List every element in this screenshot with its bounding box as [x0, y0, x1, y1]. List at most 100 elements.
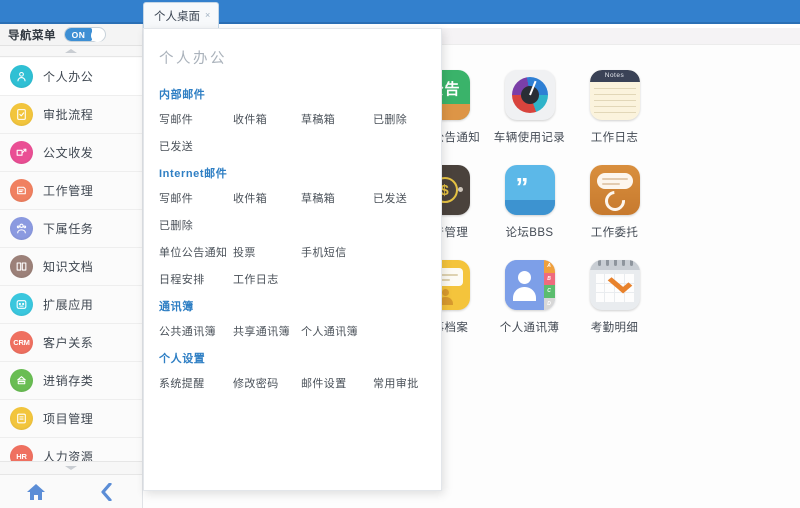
sidebar-item-4[interactable]: 工作管理 — [0, 172, 142, 210]
sidebar-item-5[interactable]: 下属任务 — [0, 210, 142, 248]
home-icon — [26, 483, 45, 500]
sidebar-item-9[interactable]: 进销存类 — [0, 362, 142, 400]
menu-link[interactable]: 投票 — [233, 244, 301, 260]
menu-link[interactable]: 写邮件 — [159, 111, 233, 127]
menu-group-heading: 内部邮件 — [159, 89, 206, 101]
sidebar-item-label: 个人办公 — [43, 70, 94, 84]
sidebar-item-1[interactable]: 个人办公 — [0, 58, 142, 96]
sidebar-item-10[interactable]: 项目管理 — [0, 400, 142, 438]
menu-link[interactable]: 共享通讯簿 — [233, 323, 301, 339]
attendance-calendar-icon — [589, 260, 640, 310]
tab-personal-desktop[interactable]: 个人桌面 × — [143, 2, 220, 28]
app-cell[interactable]: 工作委托 — [572, 165, 657, 260]
menu-link[interactable]: 工作日志 — [233, 271, 301, 287]
subordinate-task-icon — [10, 217, 33, 240]
sidebar-item-label: 工作管理 — [43, 184, 94, 198]
menu-link[interactable]: 收件箱 — [233, 190, 301, 206]
menu-link[interactable]: 公共通讯簿 — [159, 323, 233, 339]
menu-row: 已删除 — [159, 217, 441, 233]
entrust-icon — [589, 165, 640, 215]
menu-link[interactable]: 单位公告通知 — [159, 244, 233, 260]
app-label: 工作委托 — [590, 227, 639, 239]
menu-link[interactable]: 草稿箱 — [301, 111, 373, 127]
app-label: 论坛BBS — [505, 227, 554, 239]
tab-label: 个人桌面 — [154, 10, 200, 23]
sidebar-item-label: 客户关系 — [43, 336, 94, 350]
scroll-down-button[interactable] — [0, 461, 142, 475]
menu-link[interactable]: 手机短信 — [301, 244, 373, 260]
notes-icon: Notes — [589, 70, 640, 120]
sidebar: 导航菜单 ON 个人办公审批流程公文收发工作管理下属任务知识文档扩展应用 CRM 客… — [0, 24, 143, 508]
home-button[interactable] — [0, 475, 71, 508]
menu-panel-title: 个人办公 — [159, 51, 227, 67]
menu-group-heading: 通讯簿 — [159, 301, 194, 313]
sidebar-item-3[interactable]: 公文收发 — [0, 134, 142, 172]
switch-on-label: ON — [65, 28, 92, 41]
app-label: 车辆使用记录 — [493, 132, 566, 144]
menu-row: 系统提醒 修改密码 邮件设置 常用审批 — [159, 375, 441, 391]
menu-group-heading: Internet邮件 — [159, 168, 228, 180]
approval-icon — [10, 103, 33, 126]
nav-menu-toggle-row: 导航菜单 ON — [0, 24, 142, 46]
menu-row: 单位公告通知 投票 手机短信 — [159, 244, 441, 260]
menu-link[interactable]: 收件箱 — [233, 111, 301, 127]
menu-link[interactable]: 已发送 — [373, 190, 433, 206]
tab-strip: 个人桌面 × — [143, 2, 220, 28]
vehicle-gauge-icon — [504, 70, 555, 120]
app-label: 考勤明细 — [590, 322, 639, 334]
app-cell[interactable]: Notes 工作日志 — [572, 70, 657, 165]
menu-group-3: 通讯簿公共通讯簿 共享通讯簿 个人通讯簿 — [159, 298, 441, 339]
sidebar-item-6[interactable]: 知识文档 — [0, 248, 142, 286]
chevron-up-icon — [65, 49, 77, 53]
sidebar-item-label: 扩展应用 — [43, 298, 94, 312]
hr-icon: HR — [10, 445, 33, 461]
menu-link[interactable]: 已发送 — [159, 138, 233, 154]
menu-link[interactable]: 个人通讯簿 — [301, 323, 373, 339]
app-cell[interactable]: 车辆使用记录 — [487, 70, 572, 165]
menu-row: 写邮件 收件箱 草稿箱 已发送 — [159, 190, 441, 206]
sidebar-item-label: 知识文档 — [43, 260, 94, 274]
menu-group-4: 个人设置 系统提醒 修改密码 邮件设置 常用审批 — [159, 350, 441, 391]
project-icon — [10, 407, 33, 430]
menu-link[interactable]: 邮件设置 — [301, 375, 373, 391]
chevron-down-icon — [65, 466, 77, 470]
menu-link[interactable]: 已删除 — [373, 111, 433, 127]
book-icon — [10, 255, 33, 278]
sidebar-item-2[interactable]: 审批流程 — [0, 96, 142, 134]
extension-icon — [10, 293, 33, 316]
menu-groups: 内部邮件 写邮件 收件箱 草稿箱 已删除 已发送 Internet邮件 写邮件 收件箱 草稿箱 已发… — [159, 86, 441, 391]
sidebar-item-11[interactable]: HR 人力资源 — [0, 438, 142, 461]
nav-menu-switch[interactable]: ON — [64, 27, 106, 42]
quote-bubble-icon: ” — [504, 165, 555, 215]
app-cell[interactable]: ” 论坛BBS — [487, 165, 572, 260]
back-chevron-icon — [101, 482, 112, 501]
contacts-icon: ABCD — [504, 260, 555, 310]
sidebar-item-label: 进销存类 — [43, 374, 94, 388]
crm-icon: CRM — [10, 331, 33, 354]
menu-link[interactable]: 修改密码 — [233, 375, 301, 391]
sidebar-item-label: 人力资源 — [43, 450, 94, 461]
menu-row: 公共通讯簿 共享通讯簿 个人通讯簿 — [159, 323, 441, 339]
menu-row: 日程安排 工作日志 — [159, 271, 441, 287]
app-cell[interactable]: A B C D 个人通讯薄 — [487, 260, 572, 355]
menu-link[interactable]: 系统提醒 — [159, 375, 233, 391]
scroll-up-button[interactable] — [0, 46, 142, 57]
menu-link[interactable]: 日程安排 — [159, 271, 233, 287]
menu-row: 写邮件 收件箱 草稿箱 已删除 — [159, 111, 441, 127]
sidebar-item-label: 公文收发 — [43, 146, 94, 160]
document-exchange-icon — [10, 141, 33, 164]
app-cell[interactable]: 考勤明细 — [572, 260, 657, 355]
menu-link[interactable]: 草稿箱 — [301, 190, 373, 206]
menu-link[interactable]: 写邮件 — [159, 190, 233, 206]
menu-link[interactable]: 常用审批 — [373, 375, 433, 391]
sidebar-item-label: 审批流程 — [43, 108, 94, 122]
close-icon[interactable]: × — [205, 11, 210, 20]
back-button[interactable] — [71, 475, 142, 508]
nav-menu-label: 导航菜单 — [8, 29, 56, 42]
app-label: 工作日志 — [590, 132, 639, 144]
menu-group-1: 内部邮件 写邮件 收件箱 草稿箱 已删除 已发送 — [159, 86, 441, 154]
sidebar-item-7[interactable]: 扩展应用 — [0, 286, 142, 324]
sidebar-item-8[interactable]: CRM 客户关系 — [0, 324, 142, 362]
menu-link[interactable]: 已删除 — [159, 217, 233, 233]
menu-row: 已发送 — [159, 138, 441, 154]
